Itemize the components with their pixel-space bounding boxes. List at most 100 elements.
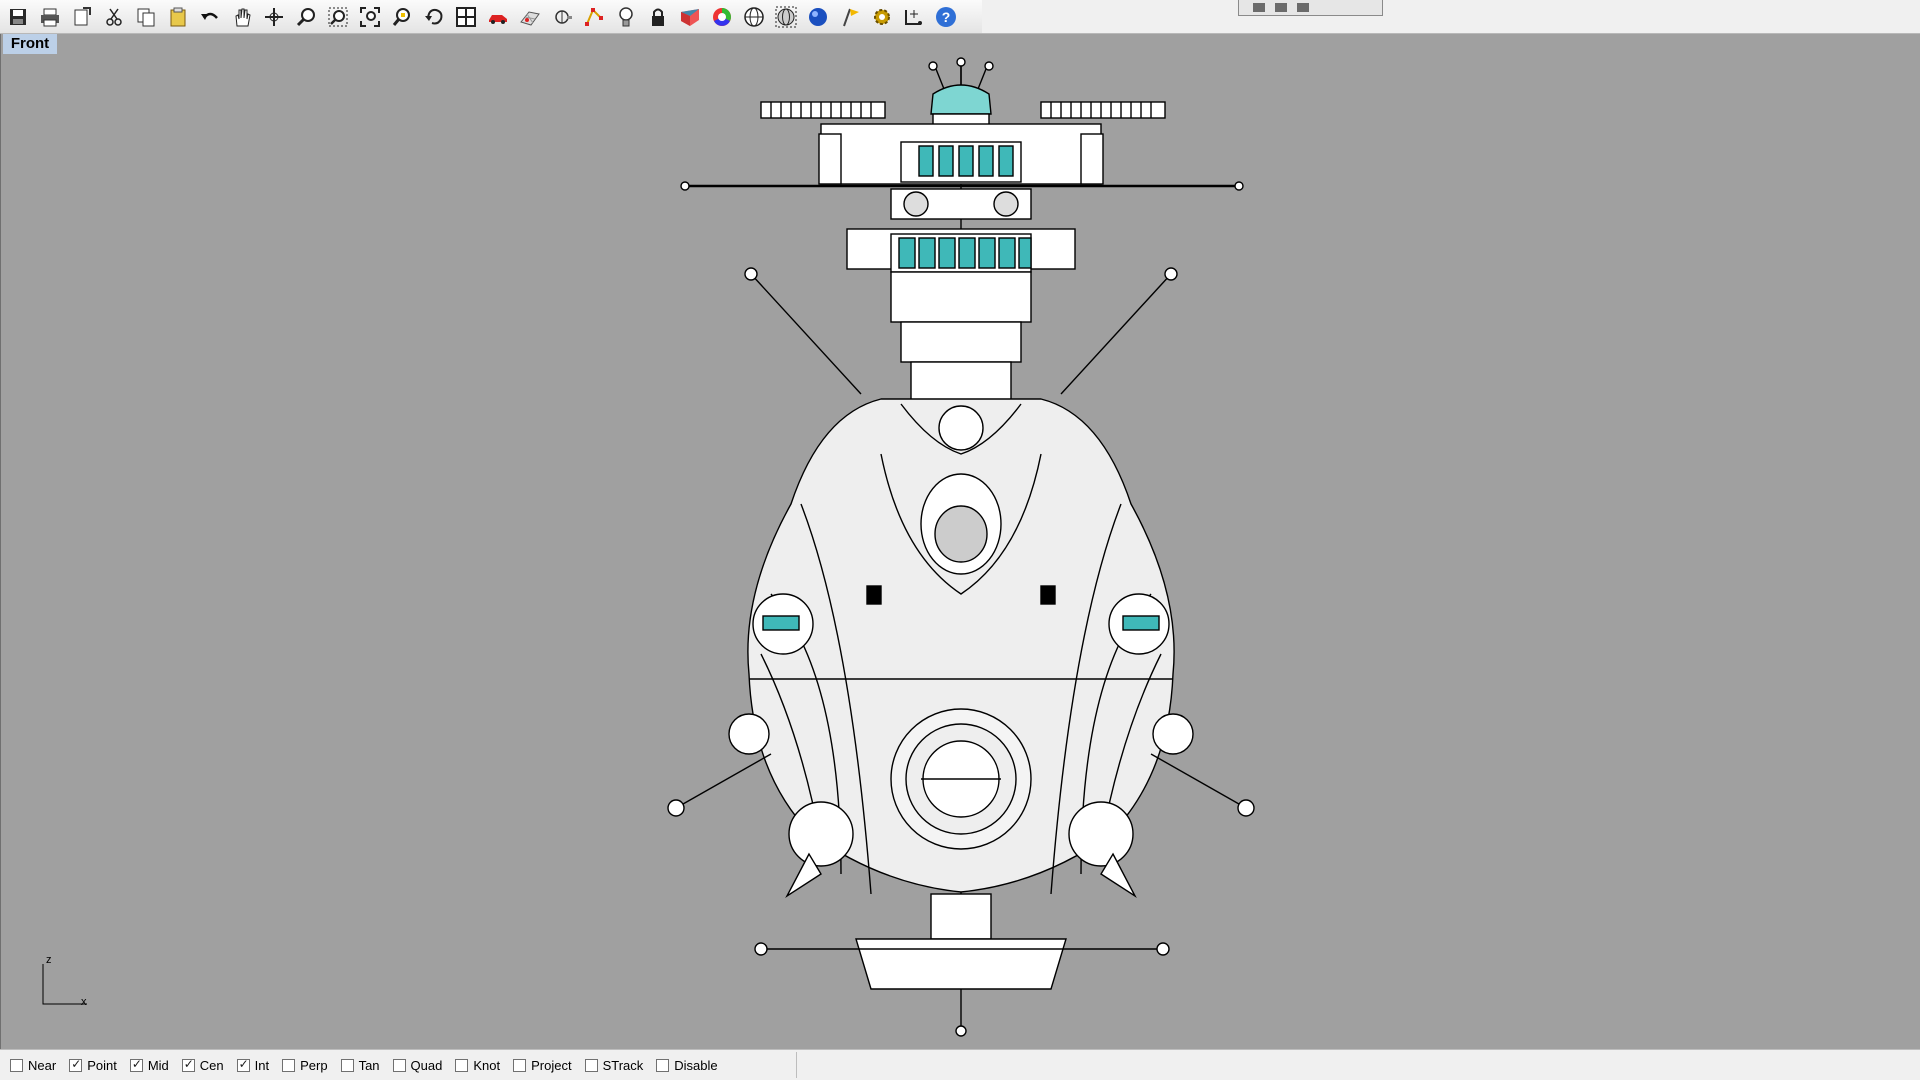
undo-icon <box>201 12 218 20</box>
save-icon <box>10 8 26 25</box>
render-flag-button[interactable] <box>836 3 864 31</box>
checkbox-box[interactable] <box>236 1057 250 1072</box>
world-axes-icon: z x <box>37 954 97 1010</box>
rendered-sphere-button[interactable] <box>804 3 832 31</box>
rotate-view-button[interactable] <box>260 3 288 31</box>
osnap-label: Perp <box>300 1057 328 1073</box>
osnap-label: Int <box>254 1057 270 1073</box>
osnap-cen-checkbox[interactable]: Cen <box>181 1057 224 1073</box>
checkbox-box[interactable] <box>656 1058 670 1072</box>
grid-plane-icon <box>520 10 540 26</box>
osnap-label: Knot <box>473 1057 501 1073</box>
wireframe-sphere-button[interactable] <box>740 3 768 31</box>
standard-toolbar: ? <box>0 0 982 34</box>
viewport-title-tab[interactable]: Front <box>3 34 57 54</box>
light-bulb-button[interactable] <box>612 3 640 31</box>
color-wheel-icon <box>713 7 731 26</box>
osnap-perp-checkbox[interactable]: Perp <box>282 1057 328 1073</box>
four-viewports-icon <box>456 6 476 27</box>
osnap-bar: Near Point Mid Cen Int Perp Tan Quad Knot Project… <box>0 1049 1920 1080</box>
osnap-knot-checkbox[interactable]: Knot <box>455 1058 500 1073</box>
undo-button[interactable] <box>196 3 224 31</box>
osnap-project-checkbox[interactable]: Project <box>513 1057 572 1073</box>
osnap-label: Point <box>87 1057 117 1073</box>
zoom-extents-icon <box>360 6 380 27</box>
floating-toolbar-panel[interactable] <box>1238 0 1383 16</box>
export-icon <box>74 6 91 25</box>
osnap-label: Disable <box>674 1057 718 1073</box>
rhino-window: ? Front z x Near ✓ Point ✓ Mid ✓ Cen ✓ I… <box>0 0 1920 1080</box>
osnap-icon <box>555 9 572 24</box>
select-points-button[interactable] <box>580 3 608 31</box>
checkbox-box[interactable] <box>392 1058 406 1072</box>
save-button[interactable] <box>4 3 32 31</box>
options-gear-icon <box>874 8 890 25</box>
spaceship-wireframe-model[interactable] <box>1 34 1920 1049</box>
osnap-button[interactable] <box>548 3 576 31</box>
help-icon: ? <box>936 6 956 27</box>
checkbox-box[interactable] <box>282 1058 296 1072</box>
dimension-button[interactable] <box>900 3 928 31</box>
osnap-label: Near <box>28 1057 57 1073</box>
options-gear-button[interactable] <box>868 3 896 31</box>
checkbox-box[interactable] <box>181 1057 195 1072</box>
copy-icon <box>137 8 155 26</box>
svg-text:?: ? <box>942 9 951 25</box>
statusbar-divider <box>796 1052 797 1078</box>
osnap-strack-checkbox[interactable]: STrack <box>584 1057 644 1073</box>
print-button[interactable] <box>36 3 64 31</box>
layers-button[interactable] <box>676 3 704 31</box>
ghosted-sphere-button[interactable] <box>772 3 800 31</box>
osnap-label: Cen <box>199 1057 224 1073</box>
zoom-selected-button[interactable] <box>388 3 416 31</box>
osnap-int-checkbox[interactable]: Int <box>236 1057 270 1073</box>
zoom-window-icon <box>328 7 348 26</box>
osnap-label: STrack <box>602 1057 644 1073</box>
lock-button[interactable] <box>644 3 672 31</box>
four-viewports-button[interactable] <box>452 3 480 31</box>
toolbar-empty-area <box>982 0 1920 34</box>
checkbox-box[interactable] <box>513 1058 527 1072</box>
checkbox-box[interactable] <box>69 1057 83 1072</box>
zoom-extents-button[interactable] <box>356 3 384 31</box>
export-button[interactable] <box>68 3 96 31</box>
car-button[interactable] <box>484 3 512 31</box>
copy-button[interactable] <box>132 3 160 31</box>
grid-plane-button[interactable] <box>516 3 544 31</box>
zoom-icon <box>296 7 315 26</box>
osnap-tan-checkbox[interactable]: Tan <box>340 1057 380 1073</box>
front-viewport[interactable]: Front z x <box>0 34 1920 1049</box>
cut-icon <box>106 8 122 26</box>
checkbox-box[interactable] <box>10 1058 23 1072</box>
cut-button[interactable] <box>100 3 128 31</box>
rotate-view-icon <box>265 7 283 26</box>
osnap-mid-checkbox[interactable]: Mid <box>129 1057 169 1073</box>
pan-hand-icon <box>235 8 251 26</box>
zoom-window-button[interactable] <box>324 3 352 31</box>
osnap-near-checkbox[interactable]: Near <box>10 1058 56 1073</box>
checkbox-box[interactable] <box>129 1057 143 1072</box>
osnap-label: Quad <box>410 1057 443 1073</box>
color-wheel-button[interactable] <box>708 3 736 31</box>
osnap-label: Mid <box>147 1057 169 1073</box>
light-bulb-icon <box>619 6 633 26</box>
help-button[interactable]: ? <box>932 3 960 31</box>
checkbox-box[interactable] <box>584 1058 598 1072</box>
dimension-icon <box>905 9 922 25</box>
layers-icon <box>681 8 699 26</box>
lock-icon <box>652 8 664 26</box>
osnap-point-checkbox[interactable]: Point <box>69 1057 117 1073</box>
osnap-label: Project <box>531 1057 572 1073</box>
pan-hand-button[interactable] <box>228 3 256 31</box>
paste-button[interactable] <box>164 3 192 31</box>
checkbox-box[interactable] <box>455 1058 469 1072</box>
osnap-label: Tan <box>358 1057 380 1073</box>
render-flag-icon <box>843 8 859 26</box>
car-icon <box>489 14 507 24</box>
zoom-button[interactable] <box>292 3 320 31</box>
osnap-quad-checkbox[interactable]: Quad <box>392 1057 443 1073</box>
osnap-disable-checkbox[interactable]: Disable <box>656 1057 718 1073</box>
undo-view-icon <box>425 8 443 24</box>
undo-view-button[interactable] <box>420 3 448 31</box>
checkbox-box[interactable] <box>340 1058 354 1072</box>
